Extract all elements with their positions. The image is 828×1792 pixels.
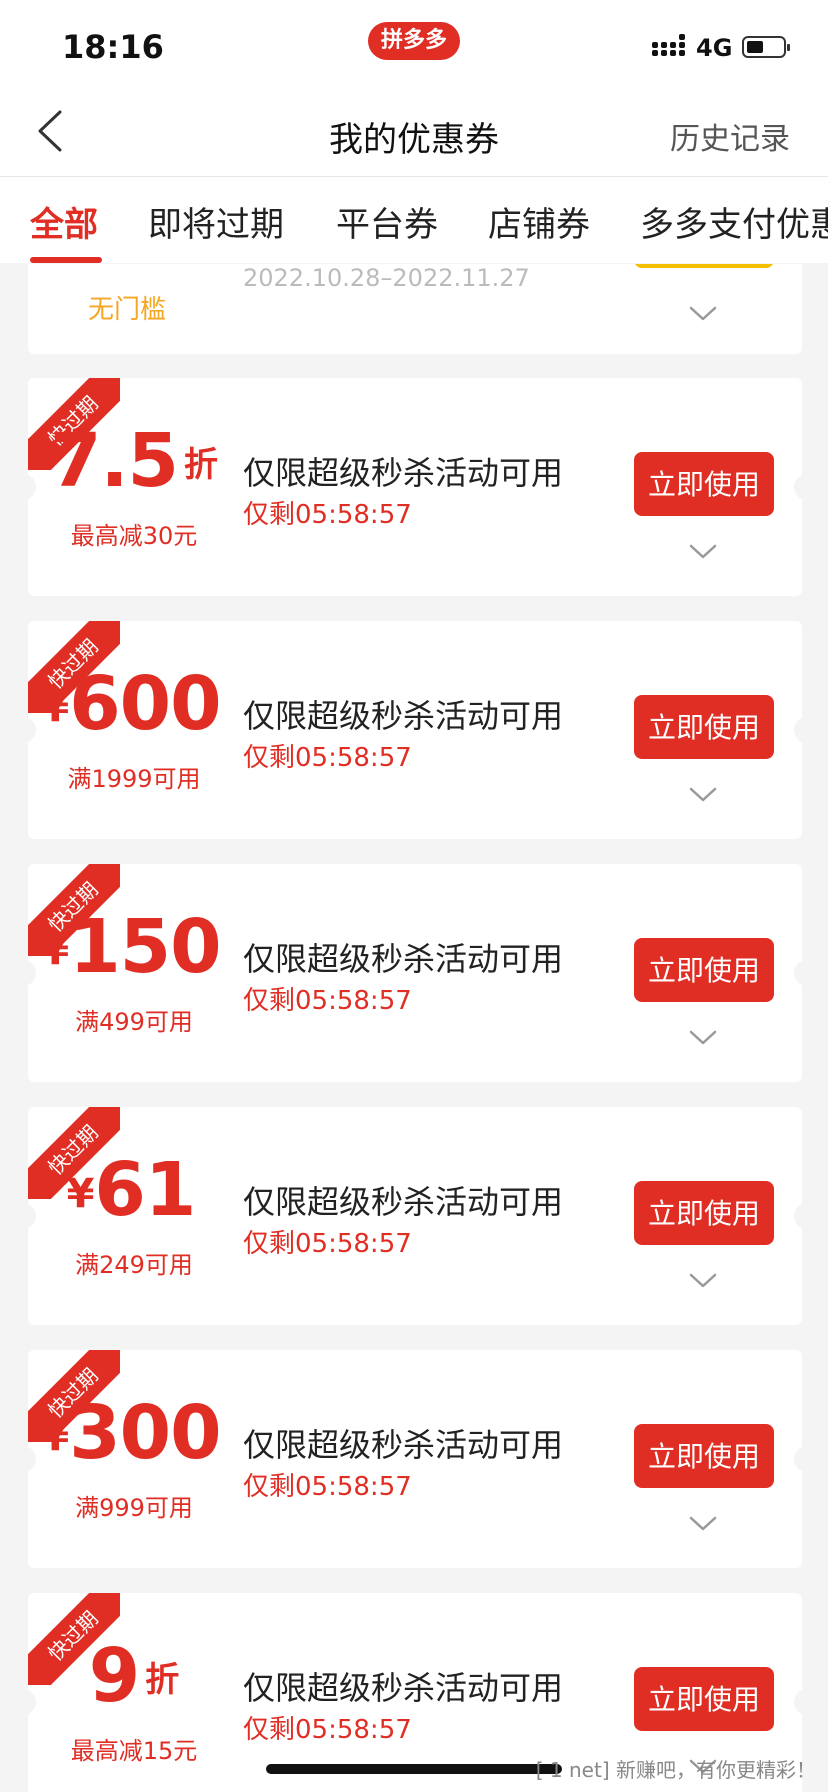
coupon-amount: ¥150 [28,904,240,990]
use-now-button[interactable]: 立即使用 [634,695,774,759]
use-now-button[interactable]: 立即使用 [634,1424,774,1488]
coupon-countdown: 仅剩05:58:57 [243,1472,412,1502]
currency-symbol: ¥ [41,1414,70,1460]
coupon-amount: ¥300 [28,1390,240,1476]
tab-active-indicator [30,257,102,263]
use-button[interactable] [634,264,774,268]
use-now-button[interactable]: 立即使用 [634,452,774,516]
chevron-down-icon[interactable] [688,304,718,324]
coupon-description: 仅限超级秒杀活动可用 [243,1426,564,1464]
history-link[interactable]: 历史记录 [670,114,790,158]
coupon-countdown: 仅剩05:58:57 [243,1229,412,1259]
chevron-down-icon[interactable] [688,542,718,562]
battery-icon [742,36,790,58]
tab-store[interactable]: 店铺券 [488,197,590,246]
app-badge: 拼多多 [368,22,460,60]
coupon-threshold: 满1999可用 [67,765,201,793]
chevron-down-icon[interactable] [688,1271,718,1291]
coupon-threshold: 满249可用 [75,1251,193,1279]
coupon-amount: ¥61 [28,1147,240,1233]
tab-all[interactable]: 全部 [30,197,98,246]
coupon-card: 2022.10.28–2022.11.27 无门槛 [28,264,802,354]
tab-expiring[interactable]: 即将过期 [148,197,284,246]
coupon-card: 快过期 ¥600 满1999可用 仅限超级秒杀活动可用 仅剩05:58:57 立… [28,621,802,839]
amount-value: 150 [69,904,221,990]
coupon-countdown: 仅剩05:58:57 [243,743,412,773]
coupon-threshold: 满999可用 [75,1494,193,1522]
use-now-button[interactable]: 立即使用 [634,938,774,1002]
signal-icon [652,34,688,60]
coupon-description: 仅限超级秒杀活动可用 [243,454,564,492]
chevron-down-icon[interactable] [688,785,718,805]
chevron-down-icon[interactable] [688,1514,718,1534]
amount-value: 61 [94,1147,196,1233]
coupon-description: 仅限超级秒杀活动可用 [243,1183,564,1221]
coupon-amount: ¥600 [28,661,240,747]
status-time: 18:16 [62,28,164,66]
coupon-countdown: 仅剩05:58:57 [243,1715,412,1745]
coupon-threshold: 最高减30元 [70,522,198,550]
chevron-down-icon[interactable] [688,1028,718,1048]
home-indicator[interactable] [266,1764,562,1774]
coupon-validity: 2022.10.28–2022.11.27 [243,264,530,292]
status-bar: 18:16 拼多多 4G [0,0,828,96]
coupon-card: 快过期 ¥61 满249可用 仅限超级秒杀活动可用 仅剩05:58:57 立即使… [28,1107,802,1325]
amount-value: 300 [69,1390,221,1476]
coupon-amount: 7.5 折 [28,418,240,504]
use-now-button[interactable]: 立即使用 [634,1667,774,1731]
use-now-button[interactable]: 立即使用 [634,1181,774,1245]
coupon-countdown: 仅剩05:58:57 [243,986,412,1016]
network-label: 4G [696,34,733,62]
currency-symbol: ¥ [41,928,70,974]
amount-value: 9 [88,1633,140,1719]
amount-unit: 折 [145,1660,180,1700]
currency-symbol: ¥ [41,685,70,731]
amount-value: 7.5 [49,418,179,504]
watermark-text: [ 1 net] 新赚吧，有你更精彩！ [535,1758,816,1782]
nav-bar: 我的优惠券 历史记录 [0,96,828,177]
coupon-countdown: 仅剩05:58:57 [243,500,412,530]
coupon-tabs: 全部 即将过期 平台券 店铺券 多多支付优惠 [0,177,828,263]
tab-duoduo-pay[interactable]: 多多支付优惠 [640,197,828,246]
coupon-description: 仅限超级秒杀活动可用 [243,697,564,735]
coupon-threshold: 最高减15元 [70,1737,198,1765]
amount-value: 600 [69,661,221,747]
coupon-threshold: 满499可用 [75,1008,193,1036]
tab-platform[interactable]: 平台券 [336,197,438,246]
coupon-card: 快过期 ¥300 满999可用 仅限超级秒杀活动可用 仅剩05:58:57 立即… [28,1350,802,1568]
coupon-card: 快过期 7.5 折 最高减30元 仅限超级秒杀活动可用 仅剩05:58:57 立即… [28,378,802,596]
coupon-card: 快过期 ¥150 满499可用 仅限超级秒杀活动可用 仅剩05:58:57 立即… [28,864,802,1082]
coupon-threshold: 无门槛 [88,295,167,325]
coupon-amount: 9折 [28,1633,240,1719]
coupon-description: 仅限超级秒杀活动可用 [243,940,564,978]
currency-symbol: ¥ [66,1171,95,1217]
coupon-list[interactable]: 2022.10.28–2022.11.27 无门槛 快过期 7.5 折 最高减30… [0,264,828,1792]
amount-unit: 折 [184,445,219,485]
coupon-description: 仅限超级秒杀活动可用 [243,1669,564,1707]
